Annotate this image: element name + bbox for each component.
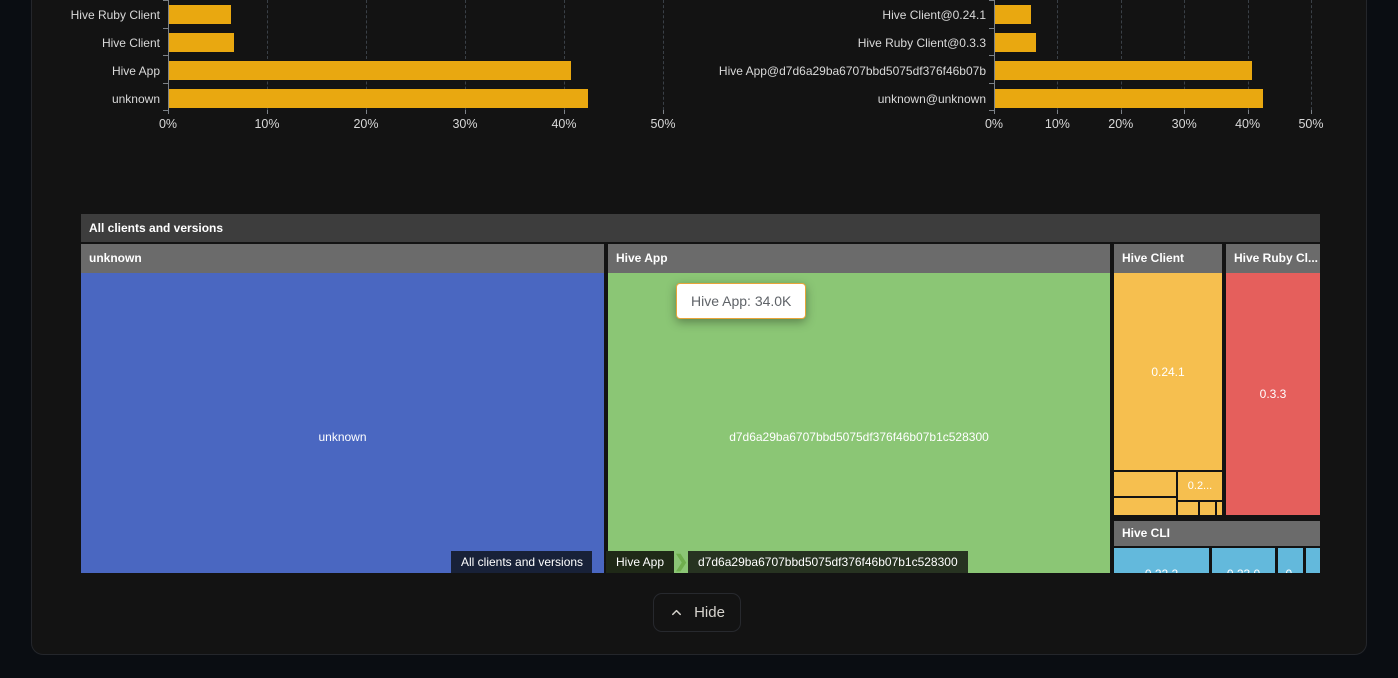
treemap-tile-hive-client-0-24-1[interactable]: 0.24.1 bbox=[1114, 273, 1222, 470]
treemap-tooltip: Hive App: 34.0K bbox=[676, 283, 806, 319]
treemap-tile-label: 0.2... bbox=[1188, 480, 1212, 492]
treemap-tile[interactable] bbox=[1306, 548, 1320, 573]
bar-unknown-unknown[interactable] bbox=[995, 89, 1263, 108]
x-tick-label: 20% bbox=[1091, 117, 1151, 131]
x-tick-label: 20% bbox=[336, 117, 396, 131]
treemap-tile-hive-client-0-2[interactable]: 0.2... bbox=[1178, 472, 1222, 500]
treemap-tile-label: 0. bbox=[1285, 567, 1295, 573]
treemap-tile-hive-cli-0-22-2[interactable]: 0.22.2 bbox=[1114, 548, 1209, 573]
breadcrumb-item-hive-app[interactable]: Hive App bbox=[606, 551, 674, 573]
category-label: Hive App bbox=[0, 64, 160, 78]
breadcrumb-item-hash[interactable]: d7d6a29ba6707bbd5075df376f46b07b1c528300 bbox=[688, 551, 968, 573]
category-label: Hive Client@0.24.1 bbox=[699, 8, 986, 22]
treemap-section-hive-ruby-client[interactable]: Hive Ruby Cl... 0.3.3 bbox=[1226, 244, 1320, 515]
treemap-tile[interactable] bbox=[1200, 502, 1215, 515]
bar-hive-ruby-client-0-3-3[interactable] bbox=[995, 33, 1036, 52]
treemap-section-header[interactable]: Hive Ruby Cl... bbox=[1226, 244, 1320, 273]
x-tick-label: 30% bbox=[1154, 117, 1214, 131]
category-axis-tick bbox=[163, 28, 168, 29]
treemap-tile-label: 0.23.0 bbox=[1227, 567, 1260, 573]
category-label: Hive Client bbox=[0, 36, 160, 50]
x-axis-tick bbox=[366, 110, 367, 114]
clients-bar-chart: 0% 10% 20% 30% 40% 50% Hive Ruby Client Hive Cl… bbox=[0, 0, 699, 140]
treemap-tile-label: 0.3.3 bbox=[1260, 387, 1287, 401]
x-axis-tick bbox=[663, 110, 664, 114]
x-gridline bbox=[1311, 0, 1312, 110]
client-versions-bar-chart: 0%10% 20%30% 40%50% Hive Client@0.24.1 Hive … bbox=[699, 0, 1398, 140]
bar-hive-app[interactable] bbox=[169, 61, 571, 80]
x-gridline bbox=[663, 0, 664, 110]
treemap-tile-hive-ruby-0-3-3[interactable]: 0.3.3 bbox=[1226, 273, 1320, 515]
treemap-section-hive-cli[interactable]: Hive CLI 0.22.2 0.23.0 0. bbox=[1114, 521, 1320, 573]
x-tick-label: 40% bbox=[534, 117, 594, 131]
treemap-section-unknown[interactable]: unknown unknown bbox=[81, 244, 604, 573]
treemap-root-header[interactable]: All clients and versions bbox=[81, 214, 1320, 242]
treemap-tile-hive-cli-small[interactable]: 0. bbox=[1278, 548, 1303, 573]
bar-hive-client-0-24-1[interactable] bbox=[995, 5, 1031, 24]
treemap-tile-label: unknown bbox=[318, 430, 366, 444]
treemap-section-header[interactable]: Hive App bbox=[608, 244, 1110, 273]
treemap-section-header[interactable]: Hive CLI bbox=[1114, 521, 1320, 546]
category-label: Hive Ruby Client@0.3.3 bbox=[699, 36, 986, 50]
hide-button-label: Hide bbox=[694, 604, 725, 621]
category-axis-tick bbox=[163, 0, 168, 1]
category-axis-tick bbox=[989, 83, 994, 84]
x-tick-label: 0% bbox=[138, 117, 198, 131]
x-axis-tick bbox=[1057, 110, 1058, 114]
x-tick-label: 30% bbox=[435, 117, 495, 131]
chevron-right-icon: ❯ bbox=[674, 551, 688, 573]
x-tick-label: 50% bbox=[1281, 117, 1341, 131]
breadcrumb-item-all-clients[interactable]: All clients and versions bbox=[451, 551, 592, 573]
treemap-tile[interactable] bbox=[1217, 502, 1222, 515]
treemap-section-header[interactable]: Hive Client bbox=[1114, 244, 1222, 273]
category-axis-tick bbox=[989, 28, 994, 29]
category-axis-tick bbox=[163, 55, 168, 56]
chevron-right-icon: ❯ bbox=[592, 551, 606, 573]
treemap-section-hive-client[interactable]: Hive Client 0.24.1 0.2... bbox=[1114, 244, 1222, 515]
x-axis-tick bbox=[465, 110, 466, 114]
treemap-tile-hive-cli-0-23-0[interactable]: 0.23.0 bbox=[1212, 548, 1275, 573]
x-tick-label: 10% bbox=[237, 117, 297, 131]
category-label: unknown@unknown bbox=[699, 92, 986, 106]
treemap-tile-unknown[interactable]: unknown bbox=[81, 273, 604, 573]
treemap-tile-label: 0.24.1 bbox=[1151, 365, 1184, 379]
x-tick-label: 40% bbox=[1218, 117, 1278, 131]
x-axis-tick bbox=[267, 110, 268, 114]
hide-button[interactable]: Hide bbox=[653, 593, 741, 632]
treemap-tile[interactable] bbox=[1114, 498, 1176, 515]
treemap-tile-label: d7d6a29ba6707bbd5075df376f46b07b1c528300 bbox=[729, 430, 989, 444]
category-axis-tick bbox=[163, 110, 168, 111]
category-label: Hive Ruby Client bbox=[0, 8, 160, 22]
treemap-breadcrumb: All clients and versions ❯ Hive App ❯ d7… bbox=[451, 551, 968, 573]
x-axis-tick bbox=[1311, 110, 1312, 114]
category-label: Hive App@d7d6a29ba6707bbd5075df376f46b07… bbox=[699, 64, 986, 78]
chevron-up-icon bbox=[669, 605, 684, 620]
x-axis-tick bbox=[1121, 110, 1122, 114]
category-axis-tick bbox=[989, 55, 994, 56]
treemap-tile-label: 0.22.2 bbox=[1145, 567, 1178, 573]
bar-hive-client[interactable] bbox=[169, 33, 234, 52]
x-axis-tick bbox=[1184, 110, 1185, 114]
treemap-tile[interactable] bbox=[1114, 472, 1176, 496]
x-axis-tick bbox=[564, 110, 565, 114]
clients-treemap: All clients and versions unknown unknown… bbox=[81, 214, 1320, 573]
x-axis-tick bbox=[1248, 110, 1249, 114]
category-label: unknown bbox=[0, 92, 160, 106]
bar-unknown[interactable] bbox=[169, 89, 588, 108]
treemap-section-header[interactable]: unknown bbox=[81, 244, 604, 273]
bar-hive-ruby-client[interactable] bbox=[169, 5, 231, 24]
x-tick-label: 50% bbox=[633, 117, 693, 131]
x-tick-label: 10% bbox=[1027, 117, 1087, 131]
category-axis-tick bbox=[163, 83, 168, 84]
bar-hive-app-d7d6a29ba6707bbd5075df376f46b07b[interactable] bbox=[995, 61, 1252, 80]
category-axis-tick bbox=[989, 110, 994, 111]
treemap-tile[interactable] bbox=[1178, 502, 1198, 515]
x-tick-label: 0% bbox=[964, 117, 1024, 131]
category-axis-tick bbox=[989, 0, 994, 1]
